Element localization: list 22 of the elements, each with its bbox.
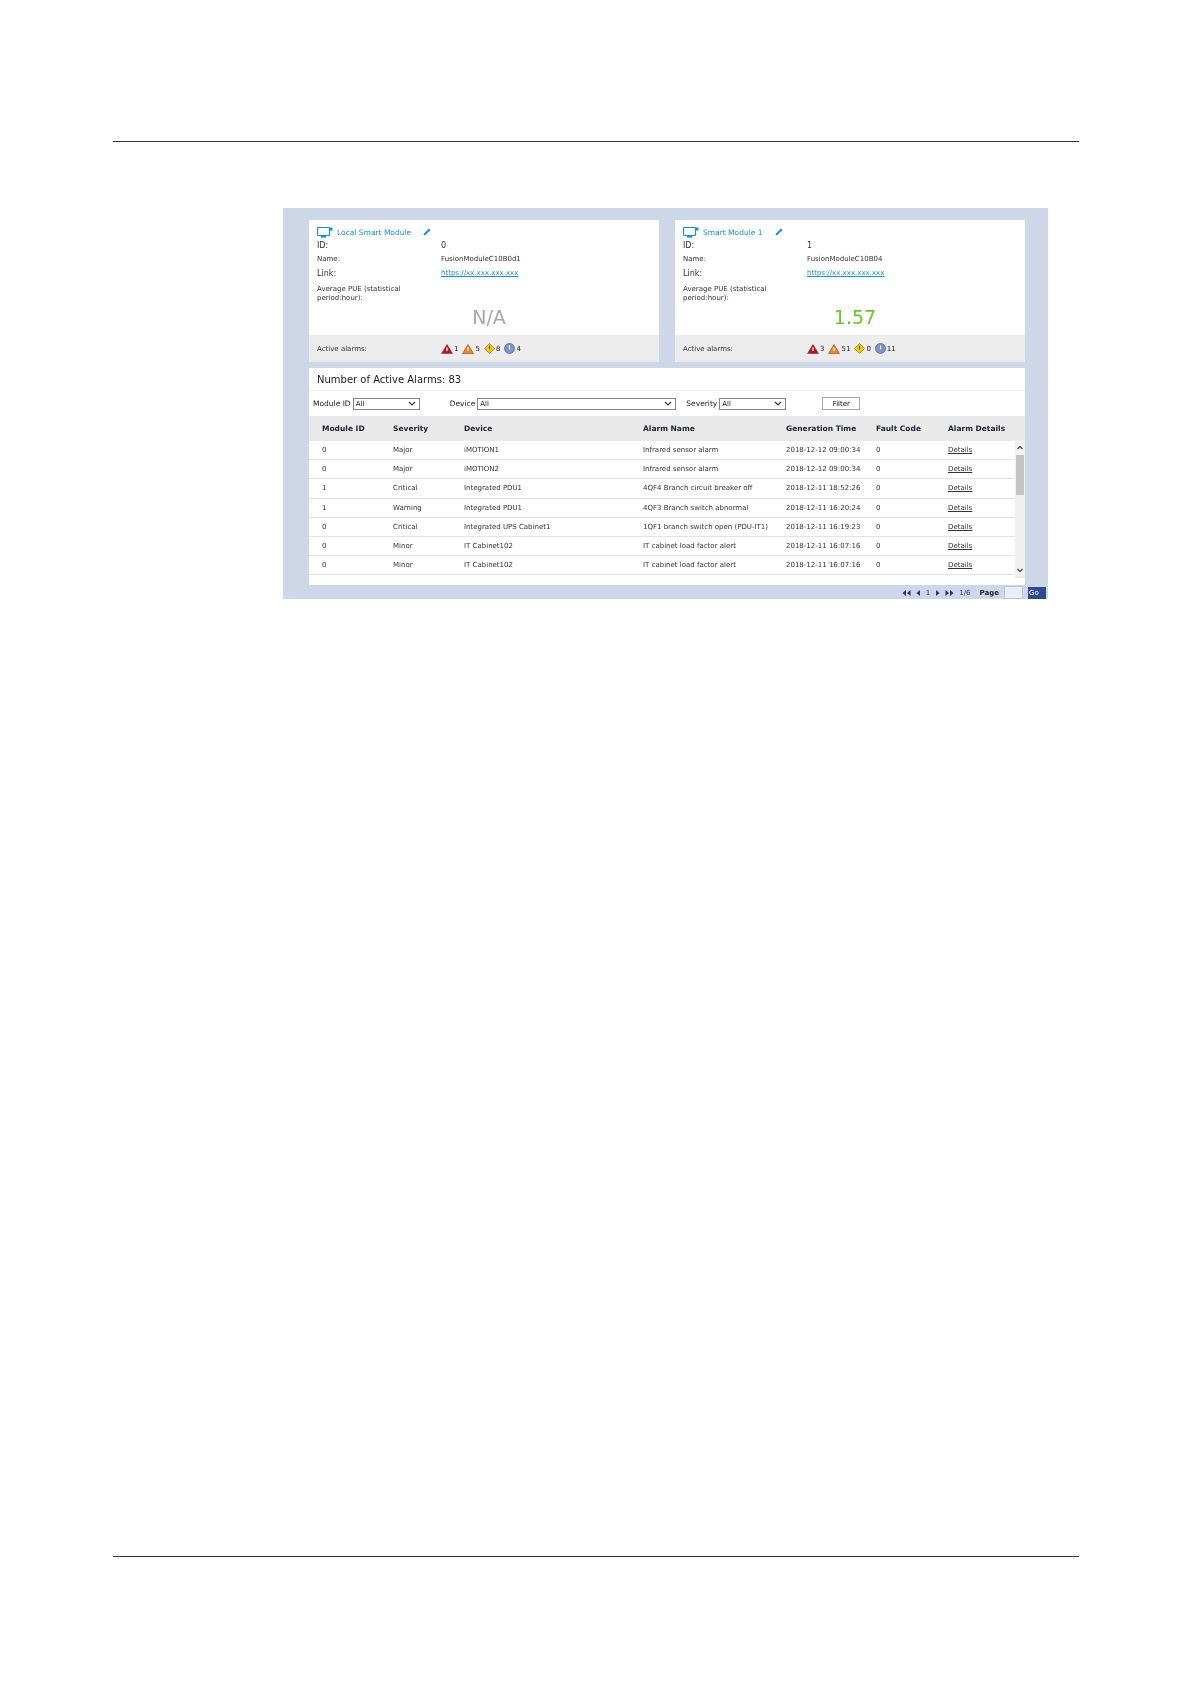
caret-icon (664, 401, 673, 406)
monitor-icon (683, 226, 699, 238)
monitor-icon (317, 226, 333, 238)
edit-icon[interactable] (423, 228, 432, 236)
caret-icon (774, 401, 783, 406)
first-page-icon[interactable] (901, 589, 911, 596)
pue-value: 1.57 (833, 307, 877, 327)
field-label: ID: (683, 240, 696, 250)
page-input[interactable] (1004, 586, 1023, 599)
scrollbar[interactable] (1015, 441, 1025, 578)
last-page-icon[interactable] (945, 589, 955, 596)
pue-value: N/A (472, 307, 506, 327)
caret-icon (407, 401, 416, 406)
edit-icon[interactable] (774, 228, 783, 236)
field-label: Link: (683, 268, 704, 278)
next-page-icon[interactable] (935, 589, 941, 596)
previous-page-icon[interactable] (915, 589, 921, 596)
field-label: ID: (317, 240, 330, 250)
field-label: Link: (317, 268, 338, 278)
field-value: 0 (441, 240, 447, 250)
field-value: 1 (807, 240, 813, 250)
alarm-count-title: Number of Active Alarms: 83 (309, 368, 1025, 391)
